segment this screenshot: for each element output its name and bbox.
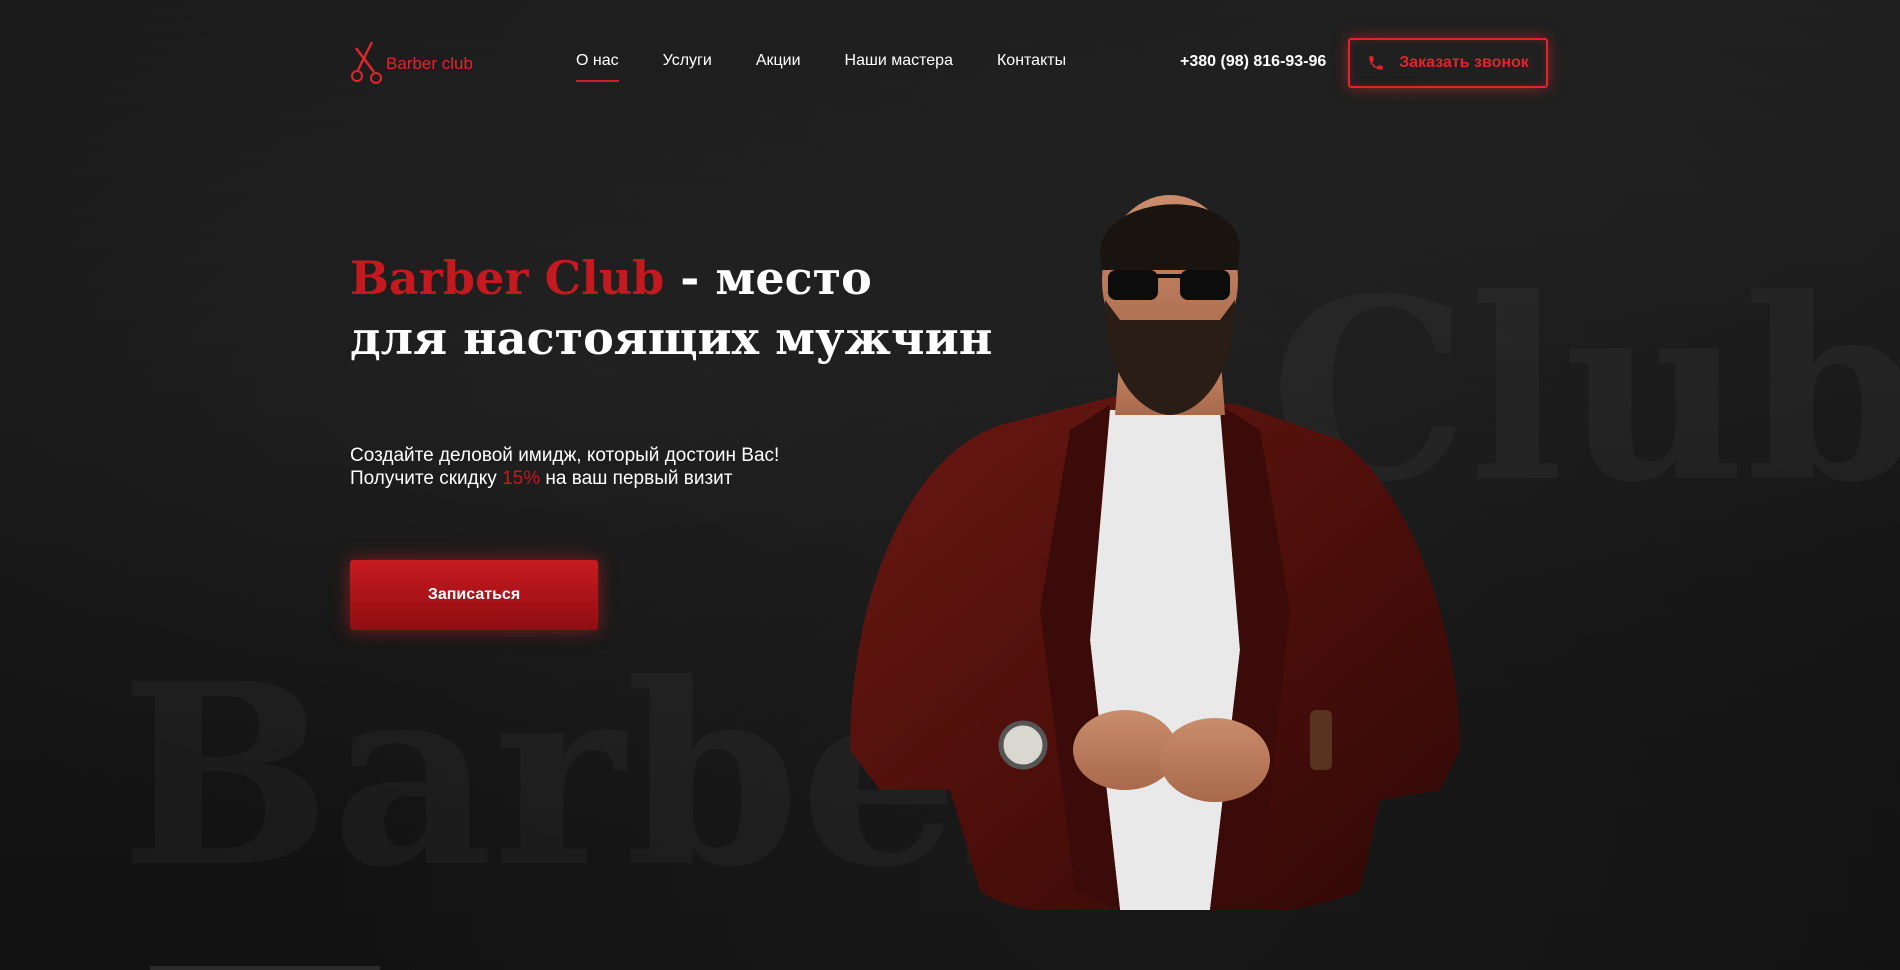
logo-text: Barber club — [386, 54, 473, 73]
site-header: Barber club О нас Услуги Акции Наши маст… — [0, 0, 1900, 130]
phone-number[interactable]: +380 (98) 816-93-96 — [1180, 53, 1326, 71]
nav-item-services[interactable]: Услуги — [663, 52, 712, 82]
nav-item-contacts[interactable]: Контакты — [997, 52, 1066, 82]
main-nav: О нас Услуги Акции Наши мастера Контакты — [576, 52, 1066, 82]
logo[interactable]: Barber club — [350, 40, 473, 88]
hero-title: Barber Club - место для настоящих мужчин — [350, 248, 992, 368]
order-call-label: Заказать звонок — [1399, 54, 1529, 71]
nav-item-about[interactable]: О нас — [576, 52, 619, 82]
order-call-button[interactable]: Заказать звонок — [1348, 38, 1548, 88]
hero-title-accent: Barber Club — [350, 251, 665, 305]
hero-subtitle: Создайте деловой имидж, который достоин … — [350, 444, 779, 490]
nav-item-promotions[interactable]: Акции — [756, 52, 801, 82]
bottom-divider — [150, 966, 380, 970]
hero-subtitle-line1: Создайте деловой имидж, который достоин … — [350, 445, 780, 466]
book-appointment-button[interactable]: Записаться — [350, 560, 598, 630]
hero-subtitle-prefix: Получите скидку — [350, 468, 503, 489]
discount-value: 15% — [502, 468, 541, 489]
book-appointment-label: Записаться — [427, 586, 521, 603]
nav-item-masters[interactable]: Наши мастера — [845, 52, 953, 82]
scissors-logo-icon — [351, 41, 382, 84]
phone-icon — [1369, 56, 1383, 70]
hero-title-rest: - место — [664, 251, 872, 305]
hero-subtitle-suffix: на ваш первый визит — [540, 468, 733, 489]
hero-title-line2: для настоящих мужчин — [350, 311, 993, 365]
